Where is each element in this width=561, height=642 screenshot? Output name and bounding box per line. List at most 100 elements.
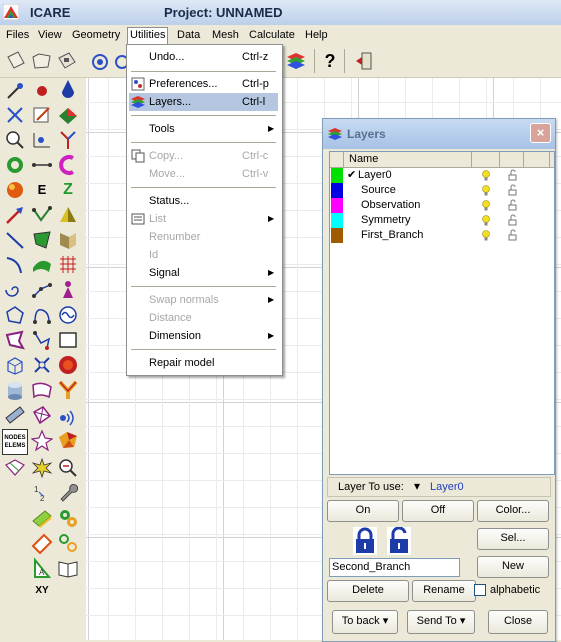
- twisted-surface-icon[interactable]: [31, 379, 53, 401]
- on-button[interactable]: On: [327, 500, 399, 522]
- open-folder-icon[interactable]: [30, 49, 54, 73]
- burst-tool-icon[interactable]: [31, 457, 53, 479]
- menu-data[interactable]: Data: [175, 28, 202, 43]
- color-button[interactable]: Color...: [477, 500, 549, 522]
- save-disk-icon[interactable]: [55, 49, 79, 73]
- layer-color-swatch[interactable]: [331, 198, 343, 213]
- menu-item-repair-model[interactable]: Repair model: [129, 354, 278, 372]
- star-mesh-icon[interactable]: [31, 429, 53, 451]
- arrow-tool-icon[interactable]: [4, 204, 26, 226]
- y-junction-icon[interactable]: [57, 379, 79, 401]
- layer-row-source[interactable]: Source: [330, 183, 554, 198]
- colored-mesh-icon[interactable]: [57, 429, 79, 451]
- unlocked-icon[interactable]: [506, 229, 518, 241]
- segment-tool-icon[interactable]: [31, 154, 53, 176]
- polyline-tool-icon[interactable]: [31, 204, 53, 226]
- rename-button[interactable]: Rename: [412, 580, 476, 602]
- unlocked-icon[interactable]: [506, 214, 518, 226]
- menu-calculate[interactable]: Calculate: [247, 28, 297, 43]
- menu-item-move[interactable]: Move... Ctrl-v: [129, 165, 278, 183]
- figure-tool-icon[interactable]: [57, 279, 79, 301]
- green-strip-icon[interactable]: [31, 507, 53, 529]
- sphere-tool-icon[interactable]: [4, 179, 26, 201]
- shape-tool-icon[interactable]: [4, 329, 26, 351]
- select-tool-icon[interactable]: [4, 80, 26, 102]
- cube-tool-icon[interactable]: [4, 354, 26, 376]
- menu-files[interactable]: Files: [4, 28, 31, 43]
- signal-tool-icon[interactable]: [57, 404, 79, 426]
- menu-view[interactable]: View: [36, 28, 64, 43]
- menu-help[interactable]: Help: [303, 28, 330, 43]
- alphabetic-checkbox[interactable]: [474, 584, 486, 596]
- wrench-tool-icon[interactable]: [57, 482, 79, 504]
- send-to-button[interactable]: Send To ▾: [407, 610, 475, 634]
- ball-tool-icon[interactable]: [57, 354, 79, 376]
- gears-tool-icon[interactable]: [57, 507, 79, 529]
- loop-tool-icon[interactable]: [31, 304, 53, 326]
- menu-item-id[interactable]: Id: [129, 246, 278, 264]
- view-icon[interactable]: [88, 49, 112, 73]
- cylinder-tool-icon[interactable]: [4, 379, 26, 401]
- layers-icon[interactable]: [284, 49, 308, 73]
- menu-item-tools[interactable]: Tools ▶: [129, 120, 278, 138]
- lightbulb-icon[interactable]: [482, 185, 490, 196]
- lock-closed-icon[interactable]: [353, 527, 377, 555]
- layer-row-first-branch[interactable]: First_Branch: [330, 228, 554, 243]
- numbering-tool-icon[interactable]: 12: [31, 482, 53, 504]
- menu-item-swap-normals[interactable]: Swap normals ▶: [129, 291, 278, 309]
- wire-patch-icon[interactable]: [31, 404, 53, 426]
- wave-tool-icon[interactable]: [57, 304, 79, 326]
- point-tool-icon[interactable]: [31, 80, 53, 102]
- unlocked-icon[interactable]: [506, 184, 518, 196]
- layer-list[interactable]: Name ✔ Layer0 Source Observation Symmetr…: [329, 151, 555, 475]
- new-layer-name-input[interactable]: Second_Branch: [329, 558, 460, 577]
- new-file-icon[interactable]: [4, 49, 28, 73]
- recycle-tool-icon[interactable]: [4, 154, 26, 176]
- layer-color-swatch[interactable]: [331, 213, 343, 228]
- xy-label-icon[interactable]: XY: [31, 580, 53, 602]
- unlocked-icon[interactable]: [506, 199, 518, 211]
- menu-item-list[interactable]: List ▶: [129, 210, 278, 228]
- branch-tool-icon[interactable]: [57, 129, 79, 151]
- new-layer-button[interactable]: New: [477, 556, 549, 578]
- axis-tool-icon[interactable]: [31, 129, 53, 151]
- curve-tool-icon[interactable]: [4, 254, 26, 276]
- header-lock[interactable]: [500, 152, 524, 167]
- layers-title-bar[interactable]: Layers ×: [323, 119, 555, 149]
- drop-tool-icon[interactable]: [57, 78, 79, 100]
- arc-tool-icon[interactable]: [57, 154, 79, 176]
- menu-item-status[interactable]: Status...: [129, 192, 278, 210]
- to-back-button[interactable]: To back ▾: [332, 610, 398, 634]
- zoom-tool-icon[interactable]: [4, 129, 26, 151]
- close-button[interactable]: Close: [488, 610, 548, 634]
- lightbulb-icon[interactable]: [482, 215, 490, 226]
- lightbulb-icon[interactable]: [482, 170, 490, 181]
- help-question-icon[interactable]: ?: [318, 49, 342, 73]
- menu-geometry[interactable]: Geometry: [70, 28, 122, 43]
- ruler-tool-icon[interactable]: [4, 404, 26, 426]
- layer-color-swatch[interactable]: [331, 228, 343, 243]
- probe-tool-icon[interactable]: [57, 457, 79, 479]
- lightbulb-icon[interactable]: [482, 230, 490, 241]
- menu-item-layers[interactable]: Layers... Ctrl-l: [129, 93, 278, 111]
- move-tool-icon[interactable]: [4, 104, 26, 126]
- link-tool-icon[interactable]: [31, 329, 53, 351]
- lock-open-icon[interactable]: [387, 527, 411, 555]
- menu-item-renumber[interactable]: Renumber: [129, 228, 278, 246]
- book-tool-icon[interactable]: [57, 557, 79, 579]
- unlocked-icon[interactable]: [506, 169, 518, 181]
- grid-patch-icon[interactable]: [4, 457, 26, 479]
- exit-door-icon[interactable]: [352, 49, 376, 73]
- menu-mesh[interactable]: Mesh: [210, 28, 241, 43]
- lightbulb-icon[interactable]: [482, 200, 490, 211]
- layer-row-symmetry[interactable]: Symmetry: [330, 213, 554, 228]
- menu-item-signal[interactable]: Signal ▶: [129, 264, 278, 282]
- dropdown-arrow-icon[interactable]: ▾: [414, 479, 420, 493]
- cross-tool-icon[interactable]: [31, 354, 53, 376]
- patch-tool-icon[interactable]: [31, 229, 53, 251]
- surface-green-icon[interactable]: [31, 254, 53, 276]
- mesh-grid-icon[interactable]: [57, 254, 79, 276]
- e-label-icon[interactable]: E: [31, 179, 53, 201]
- node-path-icon[interactable]: [31, 279, 53, 301]
- layer-row-layer0[interactable]: ✔ Layer0: [330, 168, 554, 183]
